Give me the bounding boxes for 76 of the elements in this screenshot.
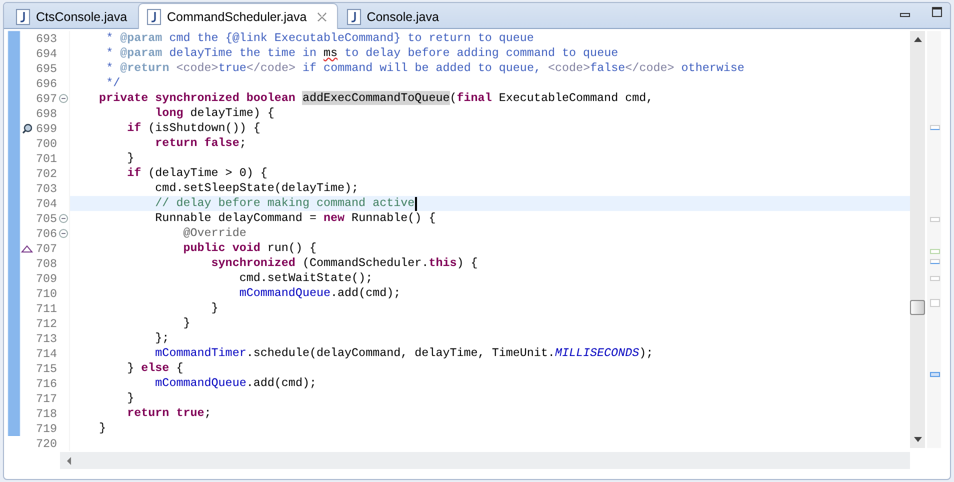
line-number: 693 bbox=[34, 32, 57, 46]
code-line: * @param delayTime the time in ms to delay before adding command to queue bbox=[105, 46, 618, 61]
close-icon[interactable] bbox=[316, 12, 327, 22]
line-number: 711 bbox=[34, 302, 57, 316]
vertical-scrollbar[interactable] bbox=[910, 31, 925, 448]
code-line: long delayTime) { bbox=[154, 106, 274, 121]
code-line: * @param cmd the {@link ExecutableCommand} to return to queue bbox=[105, 31, 534, 46]
line-number: 707 bbox=[34, 242, 57, 256]
line-number: 712 bbox=[34, 316, 57, 330]
code-line: return false; bbox=[154, 136, 246, 151]
line-number: 696 bbox=[34, 76, 57, 90]
line-number: 714 bbox=[34, 346, 57, 360]
line-number: 703 bbox=[34, 182, 57, 196]
ruler-mark[interactable] bbox=[930, 372, 940, 377]
editor-tab[interactable]: CommandScheduler.java bbox=[138, 3, 338, 29]
line-number: 699 bbox=[34, 122, 57, 136]
line-number: 715 bbox=[34, 362, 57, 376]
line-number: 708 bbox=[34, 256, 57, 270]
code-line: } bbox=[126, 151, 134, 166]
scrollbar-thumb[interactable] bbox=[910, 300, 925, 315]
code-line: } bbox=[210, 301, 218, 316]
code-line: synchronized (CommandScheduler.this) { bbox=[210, 256, 478, 271]
text-cursor bbox=[414, 196, 417, 210]
code-line: } bbox=[126, 391, 134, 406]
line-number: 695 bbox=[34, 62, 57, 76]
code-line: * @return <code>true</code> if command will be added to queue, <code>false</code> otherwise bbox=[105, 61, 744, 76]
maximize-icon[interactable] bbox=[932, 7, 942, 17]
code-line: if (isShutdown()) { bbox=[126, 121, 260, 136]
code-line: mCommandQueue.add(cmd); bbox=[238, 286, 401, 301]
line-number: 704 bbox=[34, 196, 57, 210]
line-number: 717 bbox=[34, 392, 57, 406]
code-line: public void run() { bbox=[182, 241, 316, 256]
line-number: 706 bbox=[34, 226, 57, 240]
code-line: cmd.setSleepState(delayTime); bbox=[154, 181, 359, 196]
line-number: 718 bbox=[34, 406, 57, 420]
line-number: 702 bbox=[34, 166, 57, 180]
collapse-icon[interactable] bbox=[58, 94, 68, 103]
java-file-icon bbox=[346, 9, 361, 25]
code-line: Runnable delayCommand = new Runnable() { bbox=[154, 211, 436, 226]
code-line: } else { bbox=[126, 361, 184, 376]
line-number: 719 bbox=[34, 422, 57, 436]
line-number: 694 bbox=[34, 46, 57, 60]
code-line: @Override bbox=[182, 226, 246, 241]
code-line: mCommandQueue.add(cmd); bbox=[154, 376, 316, 391]
editor-tab[interactable]: Console.java bbox=[338, 5, 450, 28]
minimize-icon[interactable] bbox=[900, 13, 910, 17]
collapse-icon[interactable] bbox=[58, 229, 68, 238]
code-line: } bbox=[98, 421, 106, 436]
line-number: 700 bbox=[34, 136, 57, 150]
java-file-icon bbox=[16, 9, 30, 25]
line-number: 720 bbox=[34, 436, 57, 450]
editor-tab[interactable]: CtsConsole.java bbox=[7, 5, 138, 28]
line-number: 713 bbox=[34, 332, 57, 346]
code-line: mCommandTimer.schedule(delayCommand, delayTime, TimeUnit.MILLISECONDS); bbox=[154, 346, 654, 361]
code-line: cmd.setWaitState(); bbox=[238, 271, 373, 286]
line-number: 710 bbox=[34, 286, 57, 300]
java-file-icon bbox=[147, 8, 162, 24]
scroll-up-icon[interactable] bbox=[914, 37, 922, 42]
code-line: } bbox=[182, 316, 190, 331]
code-line: if (delayTime > 0) { bbox=[126, 166, 268, 181]
line-number: 716 bbox=[34, 376, 57, 390]
horizontal-scrollbar[interactable] bbox=[60, 452, 910, 469]
scroll-down-icon[interactable] bbox=[914, 437, 922, 442]
line-number: 697 bbox=[34, 92, 57, 106]
collapse-icon[interactable] bbox=[58, 214, 68, 223]
code-line: }; bbox=[154, 331, 170, 346]
code-line: // delay before making command active bbox=[154, 196, 415, 211]
line-number: 705 bbox=[34, 212, 57, 226]
code-line: private synchronized boolean addExecCommandToQueue(final ExecutableCommand cmd, bbox=[98, 91, 654, 106]
line-number: 701 bbox=[34, 152, 57, 166]
line-number: 709 bbox=[34, 272, 57, 286]
scroll-left-icon[interactable] bbox=[66, 456, 72, 464]
line-number: 698 bbox=[34, 106, 57, 120]
code-line: return true; bbox=[126, 406, 212, 421]
code-line: */ bbox=[105, 76, 120, 91]
ruler-mark[interactable] bbox=[930, 125, 940, 130]
